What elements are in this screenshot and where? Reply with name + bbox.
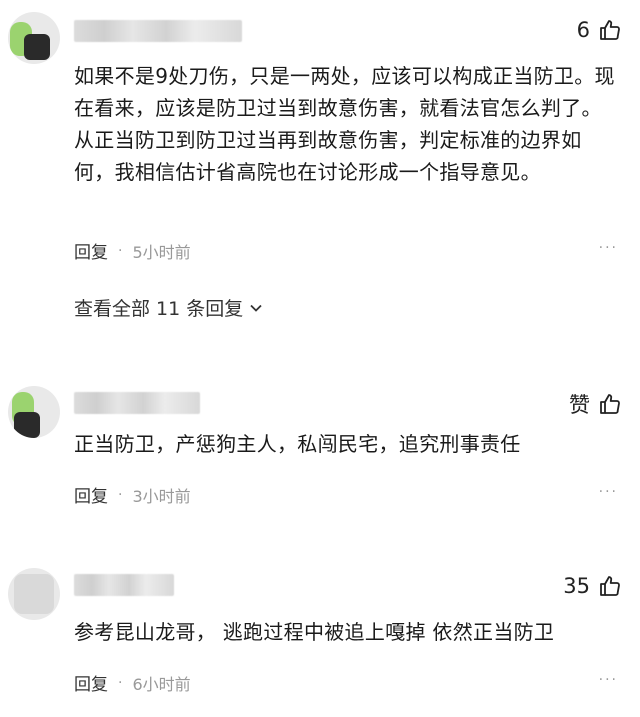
- timestamp: 3小时前: [132, 486, 191, 506]
- reply-button[interactable]: 回复: [74, 238, 108, 263]
- separator-dot: ·: [118, 674, 123, 691]
- thumbs-up-icon: [600, 394, 620, 414]
- view-all-replies-label: 查看全部 11 条回复: [74, 298, 244, 320]
- avatar[interactable]: [8, 568, 60, 620]
- separator-dot: ·: [118, 242, 123, 259]
- avatar[interactable]: [8, 386, 60, 438]
- more-dots-icon[interactable]: ···: [599, 240, 618, 256]
- like-button[interactable]: 6: [577, 18, 622, 42]
- timestamp: 6小时前: [132, 674, 191, 694]
- like-count: 35: [563, 574, 590, 598]
- comment-text: 参考昆山龙哥， 逃跑过程中被追上嘎掉 依然正当防卫: [74, 620, 555, 644]
- thumbs-up-icon: [600, 576, 620, 596]
- like-button[interactable]: 赞: [569, 389, 622, 419]
- timestamp: 5小时前: [132, 242, 191, 262]
- avatar[interactable]: [8, 12, 60, 64]
- like-button[interactable]: 35: [563, 574, 622, 598]
- comment-text: 如果不是9处刀伤，只是一两处，应该可以构成正当防卫。现在看来，应该是防卫过当到故…: [74, 64, 615, 184]
- like-count: 6: [576, 18, 590, 42]
- chevron-down-icon: [250, 304, 262, 312]
- more-dots-icon[interactable]: ···: [599, 672, 618, 688]
- comment-meta: 回复 · 6小时前: [74, 670, 191, 696]
- comment-meta: 回复 · 5小时前: [74, 238, 191, 264]
- reply-button[interactable]: 回复: [74, 670, 108, 695]
- username-blurred[interactable]: [74, 392, 200, 414]
- username-blurred[interactable]: [74, 20, 242, 42]
- more-dots-icon[interactable]: ···: [599, 484, 618, 500]
- comment-meta: 回复 · 3小时前: [74, 482, 191, 508]
- comment-text: 正当防卫，产惩狗主人，私闯民宅，追究刑事责任: [74, 432, 521, 456]
- separator-dot: ·: [118, 486, 123, 503]
- view-all-replies[interactable]: 查看全部 11 条回复: [74, 294, 263, 321]
- like-count: 赞: [569, 393, 590, 417]
- reply-button[interactable]: 回复: [74, 482, 108, 507]
- username-blurred[interactable]: [74, 574, 174, 596]
- thumbs-up-icon: [600, 20, 620, 40]
